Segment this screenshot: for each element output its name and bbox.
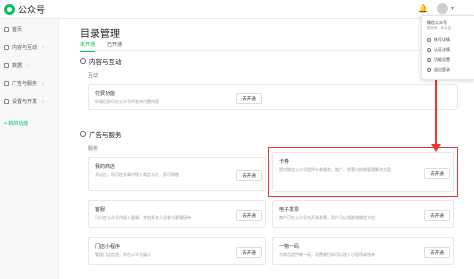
menu-item-label: 退出登录 bbox=[434, 67, 450, 72]
sidebar-item-label: 内容与互动 bbox=[12, 45, 38, 51]
ad-icon bbox=[80, 131, 86, 137]
highlight-box bbox=[268, 147, 458, 197]
settings-icon bbox=[4, 99, 9, 104]
enable-button[interactable]: 去开通 bbox=[424, 247, 450, 258]
sidebar-item-data[interactable]: 数据 › bbox=[4, 62, 29, 69]
card-title: 门店小程序 bbox=[95, 244, 121, 250]
page-title: 目录管理 bbox=[80, 29, 120, 40]
sidebar-item-home[interactable]: 首页 bbox=[4, 26, 22, 33]
enable-button[interactable]: 去开通 bbox=[236, 170, 262, 181]
chevron-down-icon[interactable]: ▾ bbox=[451, 5, 454, 12]
app-logo[interactable]: 公众号 bbox=[4, 3, 45, 16]
menu-item-label: 帐号详情 bbox=[434, 37, 450, 42]
gear-icon bbox=[427, 58, 431, 62]
section-title-text: 广告与服务 bbox=[89, 132, 122, 139]
account-type: 服务号 · 未认证 bbox=[427, 26, 452, 30]
sidebar-item-label: 数据 bbox=[12, 63, 23, 69]
chevron-right-icon: › bbox=[42, 98, 44, 105]
new-function-link[interactable]: + 新的功能 bbox=[4, 120, 28, 127]
card-desc: 可以在公众号内接入客服，并由多名人员参与客服接待 bbox=[95, 215, 191, 220]
menu-item-function-settings[interactable]: 功能设置 bbox=[427, 57, 450, 63]
enable-button[interactable]: 去开通 bbox=[424, 210, 450, 221]
chevron-right-icon: › bbox=[27, 62, 29, 69]
card-title: 我的商店 bbox=[95, 164, 116, 170]
menu-item-account-details[interactable]: 帐号详情 bbox=[427, 37, 450, 43]
verify-icon bbox=[427, 48, 431, 52]
menu-item-label: 认证详情 bbox=[434, 47, 450, 52]
card-title: 付费功能 bbox=[95, 91, 116, 97]
sidebar-item-ads[interactable]: 广告与服务 › bbox=[4, 80, 44, 87]
card-my-store: 我的商店 开店后，你可在文章中插入商品卡片，即可销售 去开通 bbox=[88, 157, 266, 191]
card-desc: 为商品提供唯一码，消费者扫码可以进入小程序或领券 bbox=[279, 252, 375, 257]
menu-item-verify-details[interactable]: 认证详情 bbox=[427, 47, 450, 53]
group-label-service: 服务 bbox=[88, 146, 99, 152]
top-bar: 公众号 🔔 ▾ bbox=[0, 0, 474, 19]
section-title-content: 内容与互动 bbox=[80, 56, 122, 66]
card-desc: 开店后，你可在文章中插入商品卡片，即可销售 bbox=[95, 172, 179, 177]
card-desc: 商户可在公众号内开具发票，用户可以领取到微信卡包 bbox=[279, 215, 375, 220]
enable-button[interactable]: 去开通 bbox=[236, 93, 262, 104]
sidebar-item-label: 设置与开发 bbox=[12, 99, 38, 105]
sidebar-item-label: 广告与服务 bbox=[12, 81, 38, 87]
sidebar-item-content[interactable]: 内容与互动 › bbox=[4, 44, 44, 51]
home-icon bbox=[4, 27, 9, 32]
card-desc: 管理门店信息，并在公众号展示 bbox=[95, 252, 151, 257]
group-label-interaction: 互动 bbox=[88, 73, 99, 79]
sidebar: 首页 内容与互动 › 数据 › 广告与服务 › 设置与开发 › + 新的功能 bbox=[0, 19, 59, 279]
logout-icon bbox=[427, 68, 431, 72]
divider bbox=[80, 50, 460, 51]
sidebar-item-label: 首页 bbox=[12, 27, 23, 33]
sidebar-item-settings[interactable]: 设置与开发 › bbox=[4, 98, 44, 105]
ad-icon bbox=[4, 81, 9, 86]
card-title: 一物一码 bbox=[279, 244, 300, 250]
menu-item-label: 功能设置 bbox=[434, 57, 450, 62]
card-title: 电子发票 bbox=[279, 207, 300, 213]
account-icon bbox=[427, 38, 431, 42]
app-title: 公众号 bbox=[18, 5, 46, 15]
card-e-invoice: 电子发票 商户可在公众号内开具发票，用户可以领取到微信卡包 去开通 bbox=[272, 200, 454, 228]
account-dropdown: 微信公众号 服务号 · 未认证 帐号详情 认证详情 功能设置 退出登录 bbox=[421, 15, 474, 80]
card-store-miniprogram: 门店小程序 管理门店信息，并在公众号展示 去开通 bbox=[88, 237, 266, 265]
card-paid-feature: 付费功能 申请后即可在公众号中发布付费内容 去开通 bbox=[88, 84, 458, 110]
section-title-ads: 广告与服务 bbox=[80, 129, 122, 139]
avatar[interactable] bbox=[437, 3, 448, 14]
content-icon bbox=[80, 58, 86, 64]
content-icon bbox=[4, 45, 9, 50]
menu-item-logout[interactable]: 退出登录 bbox=[427, 67, 450, 73]
section-title-text: 内容与互动 bbox=[89, 59, 122, 66]
enable-button[interactable]: 去开通 bbox=[236, 247, 262, 258]
chevron-right-icon: › bbox=[42, 44, 44, 51]
card-one-item-one-code: 一物一码 为商品提供唯一码，消费者扫码可以进入小程序或领券 去开通 bbox=[272, 237, 454, 265]
card-desc: 申请后即可在公众号中发布付费内容 bbox=[95, 99, 159, 104]
enable-button[interactable]: 去开通 bbox=[236, 210, 262, 221]
chevron-right-icon: › bbox=[42, 80, 44, 87]
data-icon bbox=[4, 63, 9, 68]
card-title: 客服 bbox=[95, 207, 106, 213]
arrow-down-icon bbox=[431, 144, 441, 152]
wechat-logo-icon bbox=[4, 4, 15, 15]
card-customer-service: 客服 可以在公众号内接入客服，并由多名人员参与客服接待 去开通 bbox=[88, 200, 266, 228]
bell-icon[interactable]: 🔔 bbox=[418, 4, 428, 13]
